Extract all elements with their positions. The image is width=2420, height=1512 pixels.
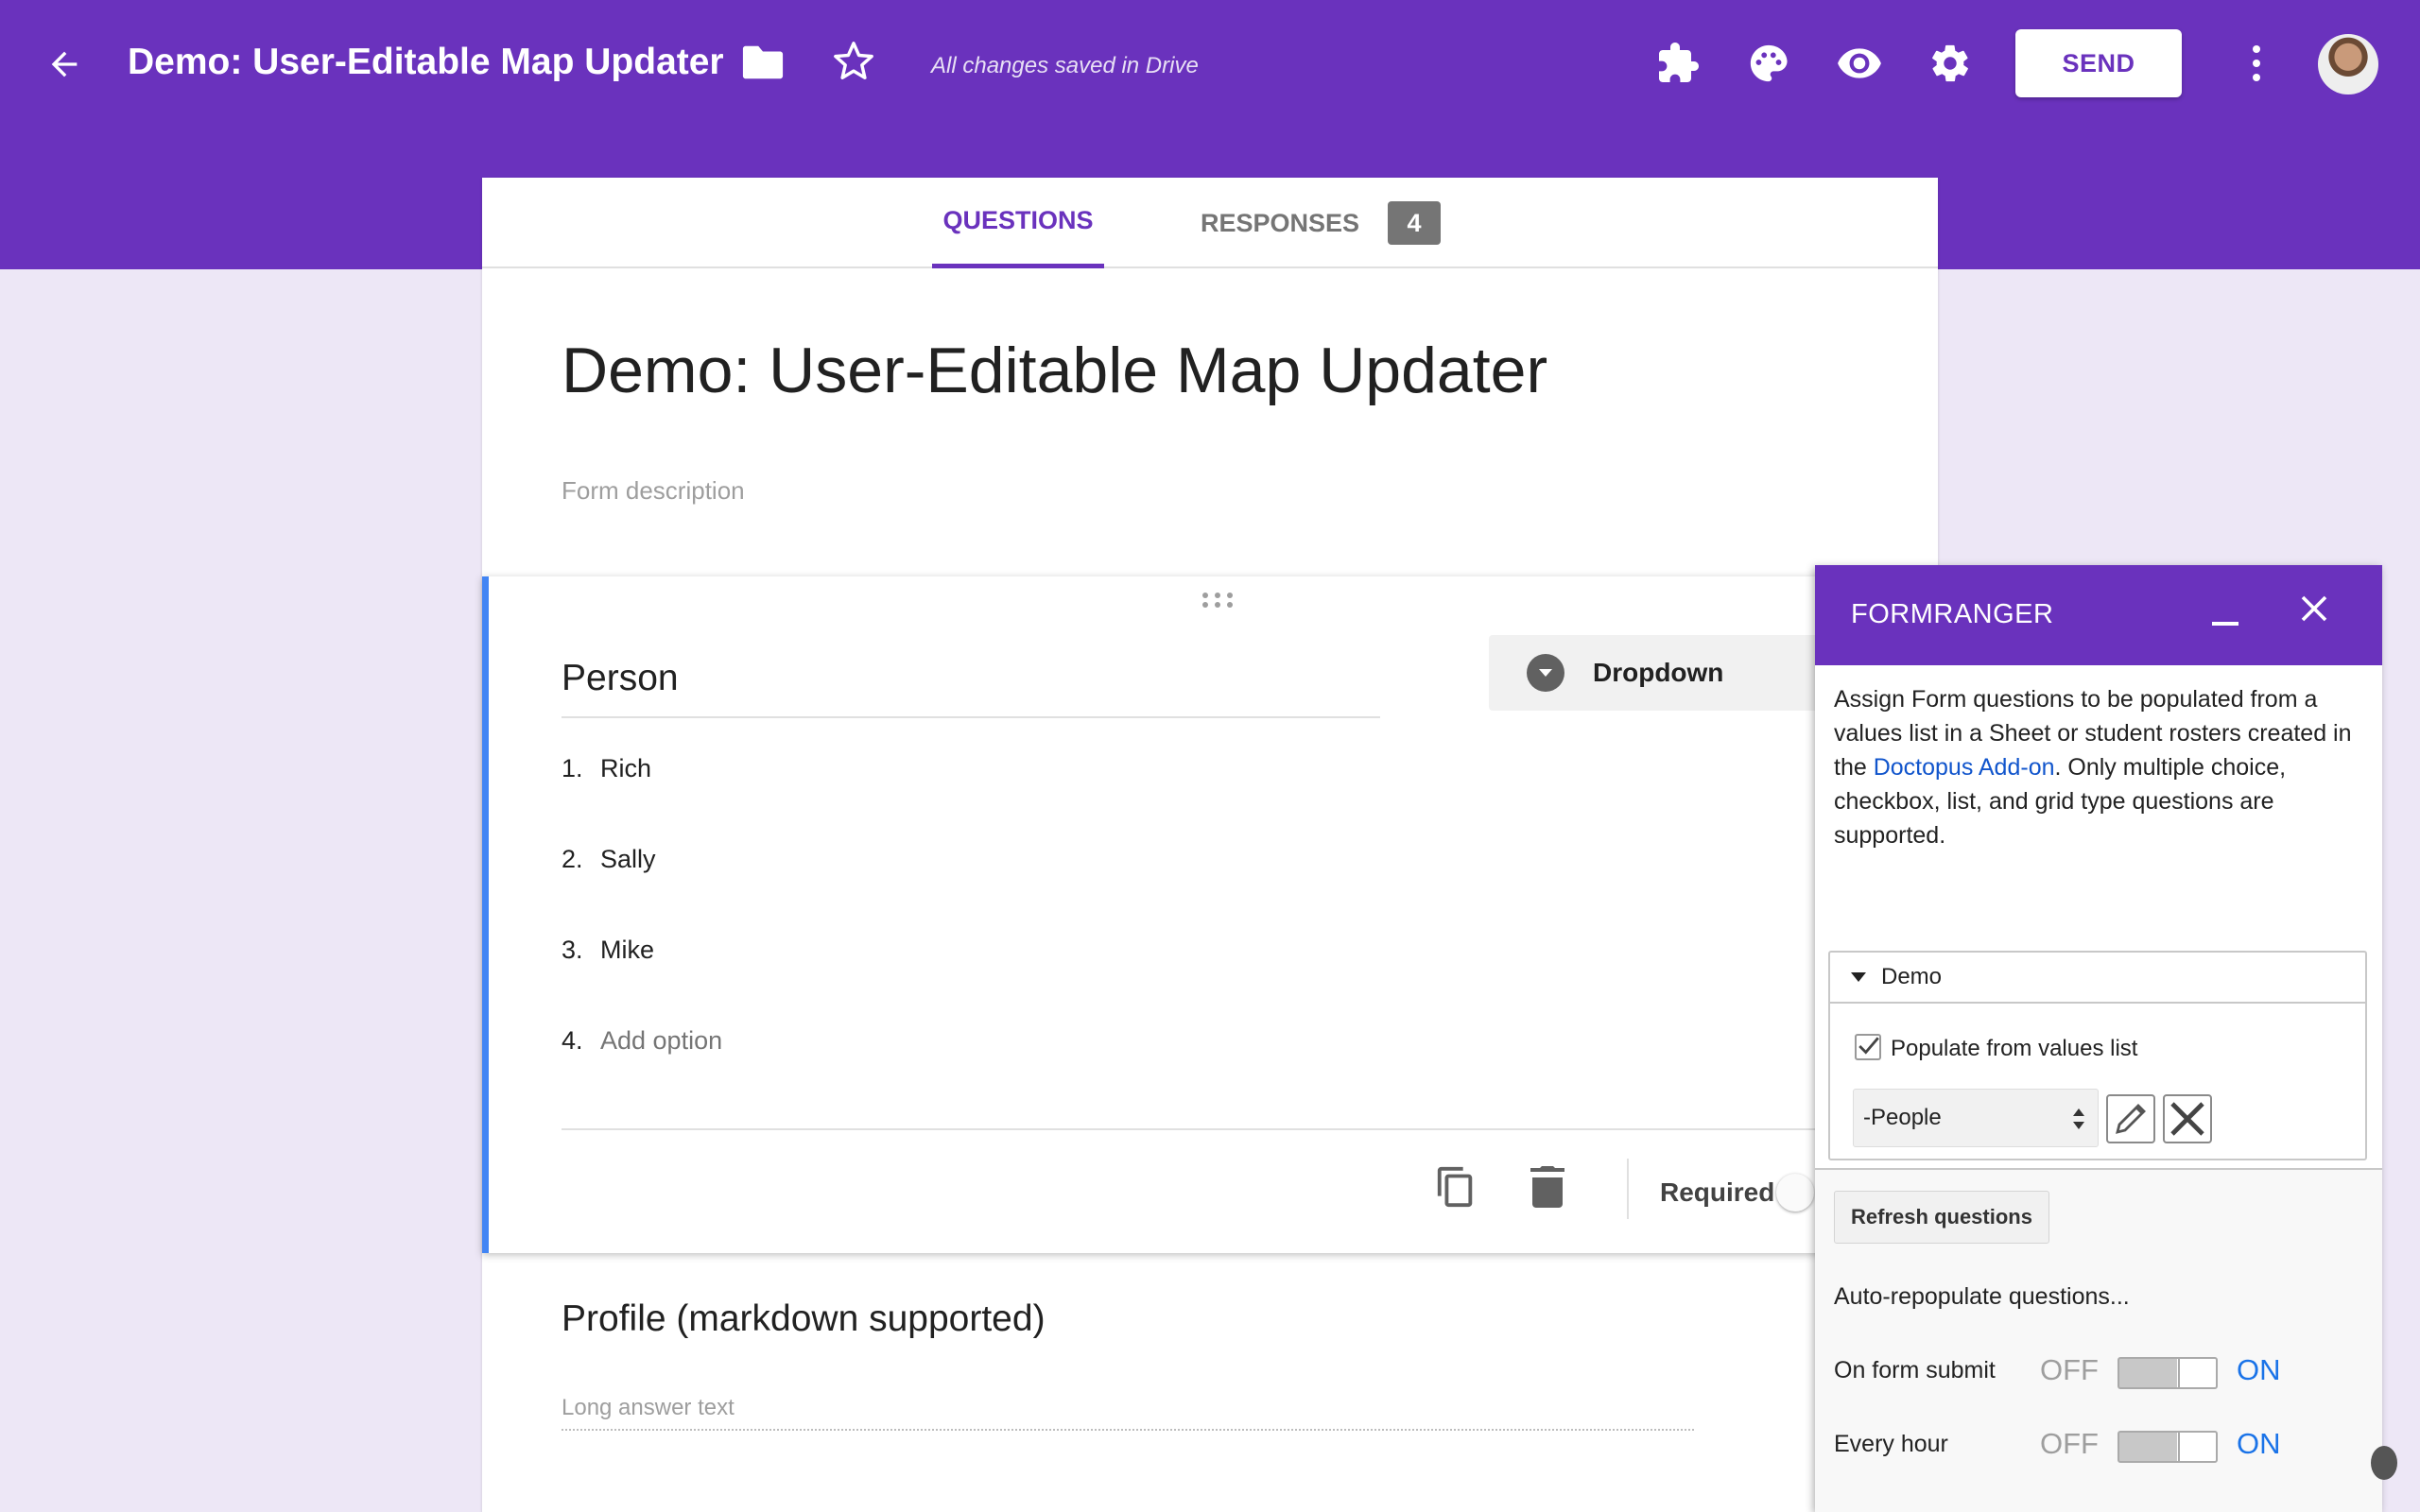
preview-eye-icon[interactable] — [1834, 38, 1885, 89]
close-icon[interactable] — [2297, 592, 2331, 626]
on-label[interactable]: ON — [2237, 1353, 2281, 1387]
option-label: Rich — [600, 754, 652, 782]
tab-responses-label: RESPONSES — [1201, 208, 1360, 237]
option-number: 4. — [562, 1026, 583, 1055]
divider — [1627, 1159, 1629, 1219]
dropdown-type-icon — [1527, 654, 1564, 692]
top-bar: Demo: User-Editable Map Updater All chan… — [0, 0, 2420, 132]
save-status: All changes saved in Drive — [931, 53, 1199, 78]
off-label[interactable]: OFF — [2040, 1427, 2099, 1461]
question-section-demo: Demo Populate from values list -People — [1828, 951, 2367, 1160]
every-hour-toggle[interactable] — [2118, 1431, 2218, 1463]
formranger-title: FORMRANGER — [1851, 599, 2054, 629]
star-icon[interactable] — [832, 40, 879, 87]
add-option[interactable]: 4. Add option — [562, 1026, 722, 1056]
on-submit-toggle[interactable] — [2118, 1357, 2218, 1389]
folder-icon[interactable] — [741, 43, 788, 85]
auto-repopulate-label: Auto-repopulate questions... — [1834, 1283, 2130, 1310]
values-list-select[interactable]: -People — [1853, 1089, 2099, 1147]
responses-count-badge: 4 — [1388, 201, 1442, 245]
edit-pencil-icon[interactable] — [2106, 1094, 2155, 1143]
option-item[interactable]: 1. Rich — [562, 754, 651, 783]
select-arrows-icon — [2073, 1108, 2084, 1129]
doctopus-link[interactable]: Doctopus Add-on — [1874, 754, 2055, 781]
option-label: Sally — [600, 845, 656, 873]
option-item[interactable]: 2. Sally — [562, 845, 656, 874]
required-label: Required — [1660, 1177, 1775, 1207]
option-number: 1. — [562, 754, 583, 782]
option-number: 2. — [562, 845, 583, 873]
on-submit-label: On form submit — [1834, 1357, 1996, 1383]
add-option-label: Add option — [600, 1026, 723, 1055]
question-title-profile[interactable]: Profile (markdown supported) — [562, 1298, 1046, 1340]
question-title-field[interactable]: Person — [562, 658, 1380, 718]
section-header[interactable]: Demo — [1830, 953, 2365, 1004]
option-label: Mike — [600, 936, 655, 964]
form-title[interactable]: Demo: User-Editable Map Updater — [562, 334, 1547, 407]
palette-icon[interactable] — [1743, 38, 1794, 89]
option-item[interactable]: 3. Mike — [562, 936, 654, 965]
formranger-header: FORMRANGER — [1815, 565, 2382, 665]
drag-handle-icon[interactable] — [1201, 592, 1234, 609]
delete-trash-icon[interactable] — [1529, 1164, 1566, 1211]
every-hour-label: Every hour — [1834, 1431, 1948, 1457]
back-arrow-icon[interactable] — [42, 42, 87, 87]
question-card-person[interactable]: Person Dropdown 1. Rich 2. Sally 3. Mike 4.… — [482, 576, 1945, 1253]
form-description-field[interactable]: Form description — [562, 476, 745, 506]
divider — [562, 1128, 1945, 1130]
refresh-questions-button[interactable]: Refresh questions — [1834, 1191, 2049, 1244]
section-label: Demo — [1881, 964, 1943, 989]
checkbox-label: Populate from values list — [1891, 1036, 2138, 1061]
app-title[interactable]: Demo: User-Editable Map Updater — [128, 42, 724, 83]
tab-responses[interactable]: RESPONSES 4 — [1201, 178, 1442, 268]
on-label[interactable]: ON — [2237, 1427, 2281, 1461]
formranger-description: Assign Form questions to be populated fr… — [1834, 682, 2363, 852]
required-toggle[interactable] — [1776, 1174, 1814, 1211]
tab-questions[interactable]: QUESTIONS — [932, 178, 1104, 268]
formranger-content: Assign Form questions to be populated fr… — [1815, 665, 2382, 1170]
avatar[interactable] — [2318, 34, 2378, 94]
duplicate-icon[interactable] — [1434, 1164, 1481, 1211]
more-vert-icon[interactable] — [2240, 38, 2273, 89]
question-type-label: Dropdown — [1593, 658, 1724, 687]
formranger-panel: FORMRANGER Assign Form questions to be p… — [1815, 565, 2382, 1512]
option-number: 3. — [562, 936, 583, 964]
long-answer-placeholder: Long answer text — [562, 1395, 1694, 1431]
tab-bar: QUESTIONS RESPONSES 4 — [482, 178, 1938, 268]
off-label[interactable]: OFF — [2040, 1353, 2099, 1387]
addons-icon[interactable] — [1652, 38, 1703, 89]
caret-down-icon — [1851, 972, 1866, 982]
settings-gear-icon[interactable] — [1925, 38, 1976, 89]
populate-checkbox[interactable] — [1855, 1034, 1881, 1060]
scroll-indicator — [2371, 1446, 2397, 1480]
minimize-icon[interactable] — [2212, 622, 2238, 626]
remove-x-icon[interactable] — [2163, 1094, 2212, 1143]
send-button[interactable]: SEND — [2015, 29, 2182, 97]
select-value: -People — [1863, 1105, 1942, 1130]
